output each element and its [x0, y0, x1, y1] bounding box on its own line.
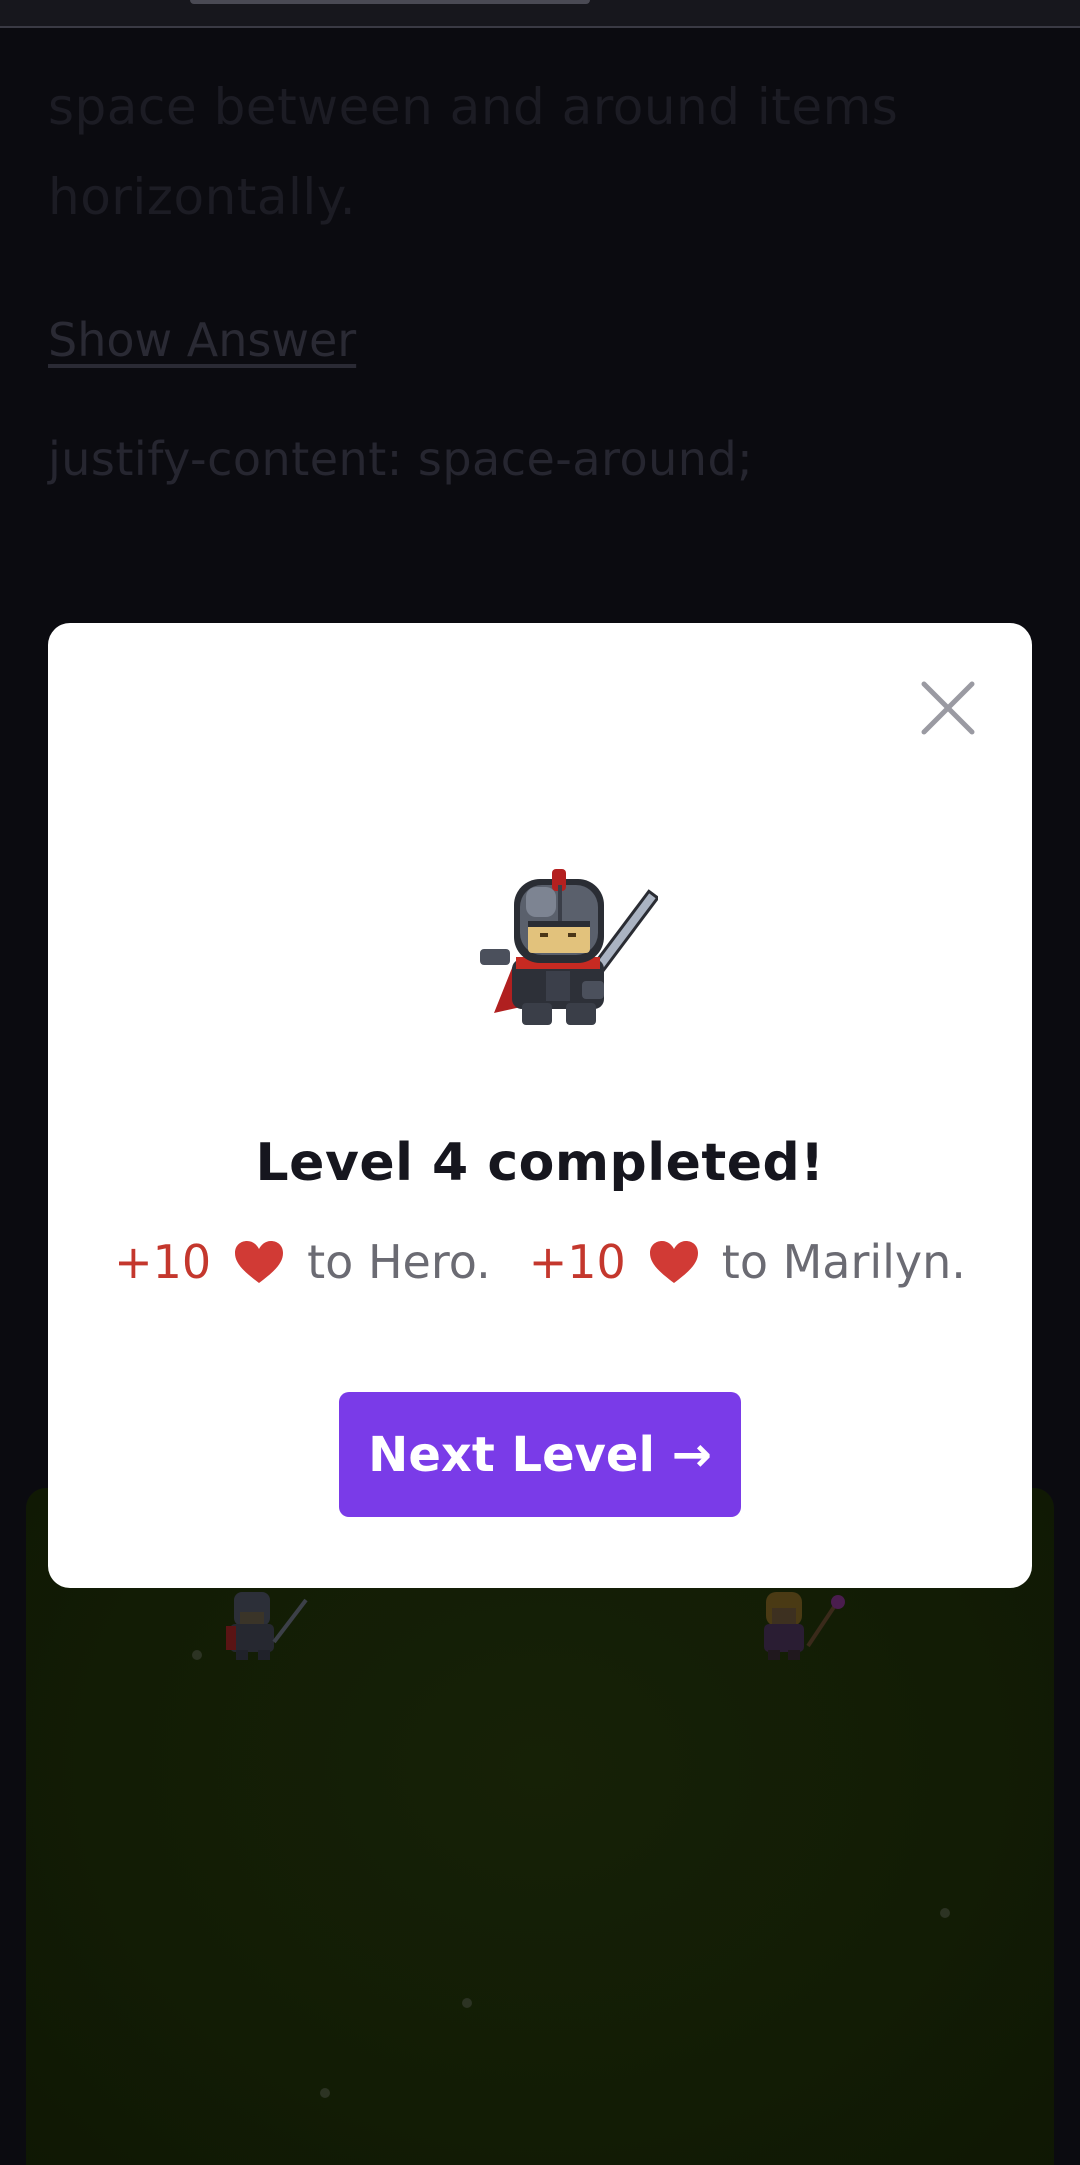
- level-complete-dialog: Level 4 completed! +10 to Hero. +10 to M…: [48, 623, 1032, 1588]
- heart-icon: [235, 1241, 284, 1283]
- close-icon[interactable]: [918, 678, 978, 738]
- heart-icon: [649, 1241, 698, 1283]
- dialog-title: Level 4 completed!: [255, 1133, 825, 1193]
- reward-target: to Hero.: [307, 1235, 491, 1289]
- rewards-line: +10 to Hero. +10 to Marilyn.: [48, 1235, 1032, 1289]
- page: space between and around items horizonta…: [0, 0, 1080, 2165]
- knight-hero-sprite: [480, 869, 658, 1025]
- reward-hero: +10 to Hero.: [114, 1235, 491, 1289]
- next-level-button[interactable]: Next Level →: [339, 1392, 741, 1517]
- reward-amount: +10: [528, 1235, 626, 1289]
- reward-target: to Marilyn.: [721, 1235, 966, 1289]
- reward-marilyn: +10 to Marilyn.: [529, 1235, 966, 1289]
- reward-amount: +10: [114, 1235, 212, 1289]
